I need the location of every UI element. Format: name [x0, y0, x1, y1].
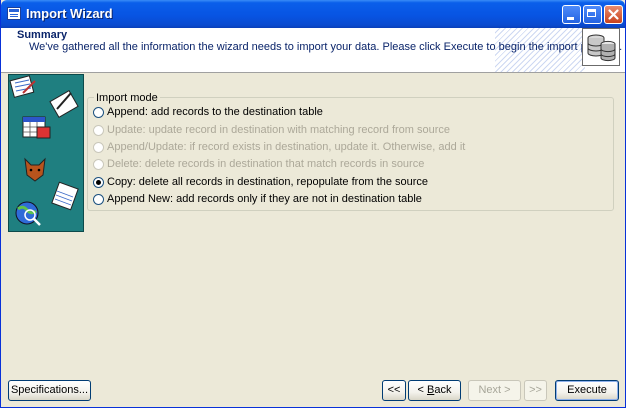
- append-new-radio[interactable]: [93, 194, 104, 205]
- update-label: Update: update record in destination wit…: [107, 124, 451, 136]
- first-page-button[interactable]: <<: [382, 380, 406, 401]
- header-description: We've gathered all the information the w…: [29, 41, 623, 53]
- pencil-note-icon: [49, 90, 79, 118]
- append-update-radio: [93, 142, 104, 153]
- app-icon: [7, 7, 21, 20]
- book-icon: [51, 181, 79, 211]
- back-prefix: <: [417, 384, 427, 396]
- header-title: Summary: [17, 29, 68, 41]
- wizard-header: Summary We've gathered all the informati…: [1, 28, 625, 73]
- globe-magnifier-icon: [15, 201, 41, 226]
- append-label: Append: add records to the destination t…: [107, 106, 323, 118]
- append-update-label: Append/Update: if record exists in desti…: [107, 141, 466, 153]
- specifications-button[interactable]: Specifications...: [8, 380, 91, 401]
- back-rest: ack: [434, 384, 452, 396]
- maximize-button[interactable]: [583, 5, 602, 24]
- back-button[interactable]: < Back: [408, 380, 461, 401]
- delete-label: Delete: delete records in destination th…: [107, 158, 425, 170]
- notepad-icon: [9, 75, 36, 98]
- close-button[interactable]: [604, 5, 623, 24]
- copy-label: Copy: delete all records in destination,…: [107, 176, 429, 188]
- window-title: Import Wizard: [26, 6, 113, 21]
- next-button: Next >: [468, 380, 521, 401]
- delete-radio: [93, 159, 104, 170]
- minimize-button[interactable]: [562, 5, 581, 24]
- append-radio[interactable]: [93, 107, 104, 118]
- database-import-icon: [582, 28, 620, 66]
- close-icon: [608, 9, 619, 20]
- title-bar[interactable]: Import Wizard: [1, 0, 625, 28]
- append-new-label: Append New: add records only if they are…: [107, 193, 422, 205]
- wizard-side-graphic: [8, 74, 84, 232]
- copy-radio[interactable]: [93, 177, 104, 188]
- import-wizard-window: Import Wizard Summary We've gathered all…: [0, 0, 626, 408]
- update-radio: [93, 125, 104, 136]
- fox-icon: [24, 157, 46, 182]
- execute-button[interactable]: Execute: [555, 380, 619, 401]
- last-page-button: >>: [524, 380, 547, 401]
- table-icon: [22, 116, 51, 139]
- import-mode-legend: Import mode: [94, 92, 160, 104]
